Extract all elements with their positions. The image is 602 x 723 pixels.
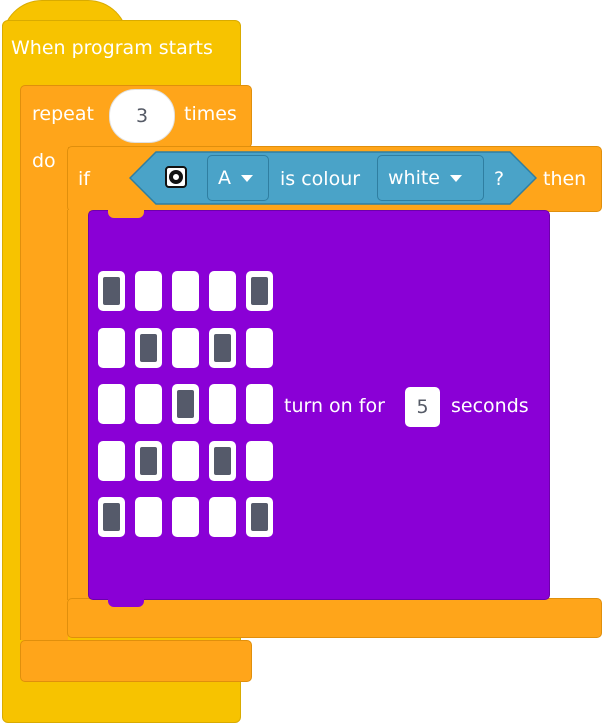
light-matrix-pixel[interactable] (209, 328, 236, 368)
repeat-block-arm (20, 140, 68, 640)
light-matrix-pixel[interactable] (135, 384, 162, 424)
event-block-title: When program starts (11, 37, 213, 59)
light-matrix-pixel[interactable] (98, 497, 125, 537)
light-matrix-pixel[interactable] (98, 271, 125, 311)
light-matrix-pixel[interactable] (209, 384, 236, 424)
pixel-lit-indicator (177, 390, 194, 418)
color-dropdown[interactable]: white (377, 155, 484, 201)
then-label: then (543, 168, 587, 190)
light-matrix-pixel[interactable] (172, 328, 199, 368)
light-matrix-pixel[interactable] (135, 497, 162, 537)
seconds-input[interactable]: 5 (405, 387, 440, 427)
seconds-label: seconds (451, 395, 529, 417)
light-matrix-pixel[interactable] (246, 441, 273, 481)
chevron-down-icon (450, 174, 462, 182)
light-matrix-pixel[interactable] (172, 497, 199, 537)
light-matrix-pixel[interactable] (172, 441, 199, 481)
light-matrix-pixel[interactable] (98, 328, 125, 368)
repeat-count-input[interactable]: 3 (109, 89, 175, 143)
light-matrix-grid[interactable] (98, 271, 274, 537)
light-matrix-pixel[interactable] (98, 441, 125, 481)
block-tab (108, 599, 144, 607)
light-matrix-pixel[interactable] (98, 384, 125, 424)
chevron-down-icon (241, 174, 253, 182)
port-dropdown-value: A (218, 167, 231, 189)
pixel-lit-indicator (214, 447, 231, 475)
light-matrix-pixel[interactable] (135, 328, 162, 368)
port-dropdown[interactable]: A (207, 155, 269, 201)
pixel-lit-indicator (140, 334, 157, 362)
block-notch (108, 210, 144, 218)
light-matrix-pixel[interactable] (209, 271, 236, 311)
repeat-label: repeat (32, 103, 94, 125)
light-matrix-pixel[interactable] (246, 328, 273, 368)
light-matrix-pixel[interactable] (246, 497, 273, 537)
light-matrix-pixel[interactable] (209, 441, 236, 481)
repeat-times-label: times (184, 103, 237, 125)
light-matrix-pixel[interactable] (135, 271, 162, 311)
pixel-lit-indicator (214, 334, 231, 362)
light-matrix-pixel[interactable] (246, 271, 273, 311)
light-matrix-pixel[interactable] (209, 497, 236, 537)
if-label: if (78, 168, 90, 190)
if-block-arm (67, 210, 89, 600)
pixel-lit-indicator (103, 277, 120, 305)
repeat-do-label: do (32, 150, 56, 172)
light-matrix-pixel[interactable] (172, 384, 199, 424)
light-matrix-pixel[interactable] (172, 271, 199, 311)
color-sensor-icon (165, 166, 187, 188)
turn-on-label: turn on for (284, 395, 385, 417)
pixel-lit-indicator (251, 277, 268, 305)
pixel-lit-indicator (140, 447, 157, 475)
color-dropdown-value: white (388, 167, 440, 189)
light-matrix-pixel[interactable] (246, 384, 273, 424)
pixel-lit-indicator (251, 503, 268, 531)
pixel-lit-indicator (103, 503, 120, 531)
light-matrix-pixel[interactable] (135, 441, 162, 481)
code-canvas: When program starts repeat 3 times do if… (0, 0, 602, 723)
if-block-end (67, 598, 602, 638)
repeat-block-end (20, 640, 252, 682)
condition-question-mark: ? (494, 168, 505, 190)
condition-text: is colour (280, 168, 361, 190)
